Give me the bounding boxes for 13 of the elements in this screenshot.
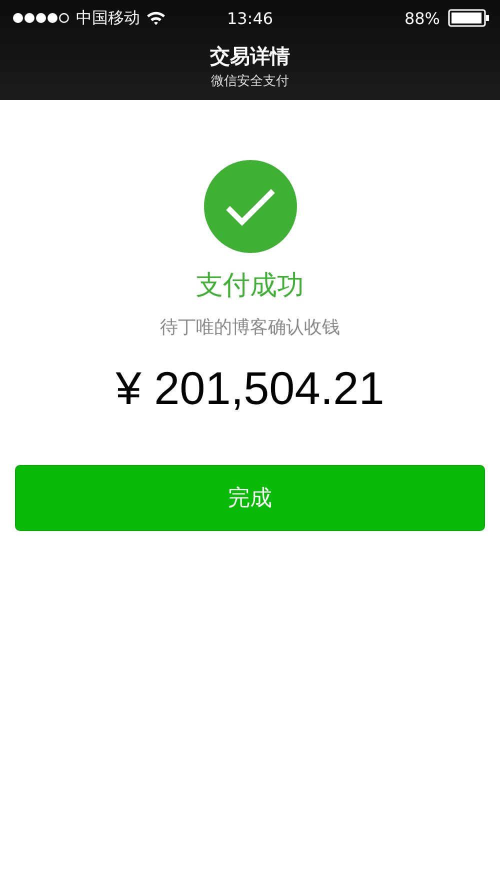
page-subtitle: 微信安全支付 <box>211 72 289 90</box>
wifi-icon <box>146 10 166 26</box>
page-title: 交易详情 <box>210 42 290 70</box>
carrier-name: 中国移动 <box>76 8 140 28</box>
battery-percent: 88% <box>404 8 440 28</box>
done-button[interactable]: 完成 <box>15 465 485 531</box>
signal-icon <box>12 12 70 24</box>
result-message: 待丁唯的博客确认收钱 <box>160 316 340 339</box>
success-check-icon <box>204 160 296 253</box>
battery-icon <box>448 9 490 27</box>
result-title: 支付成功 <box>196 269 304 303</box>
clock-time: 13:46 <box>226 8 274 28</box>
payment-amount: ¥ 201,504.21 <box>116 361 384 415</box>
